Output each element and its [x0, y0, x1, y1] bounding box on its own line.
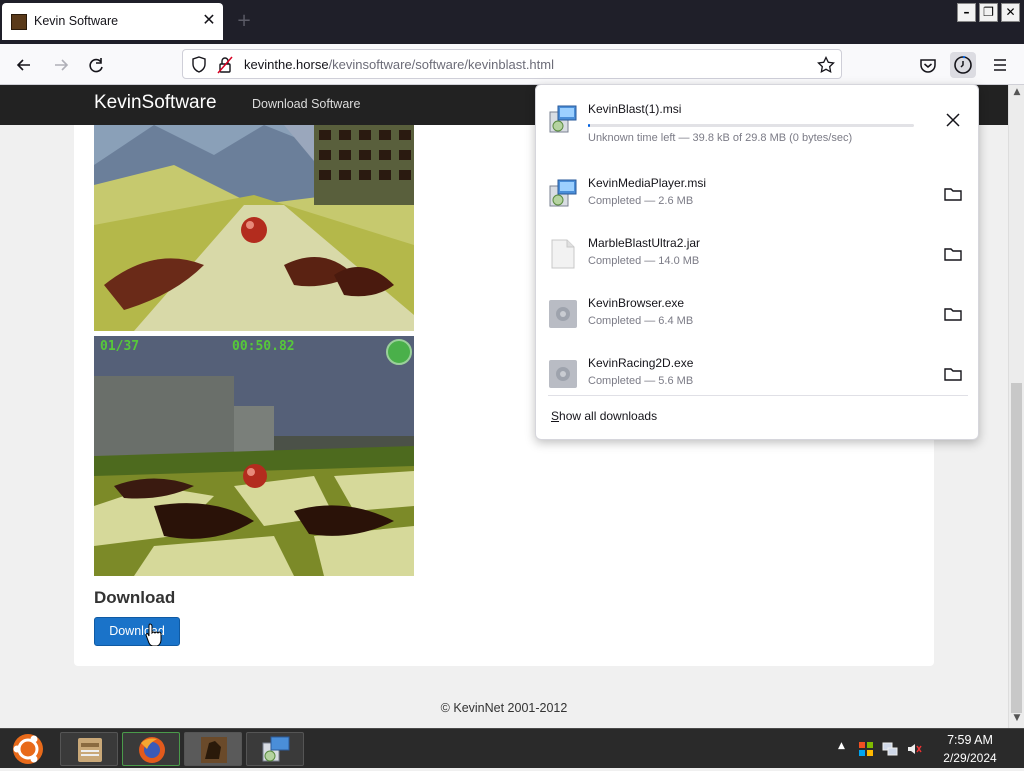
taskbar-file-manager-button[interactable]	[60, 732, 118, 766]
hud-gem-counter: 01/37	[100, 339, 139, 354]
browser-tab-strip: Kevin Software ✕ + – ❐ ✕	[0, 0, 1024, 44]
network-tray-icon[interactable]	[882, 741, 898, 757]
exe-icon	[548, 358, 578, 390]
download-progress-fill	[588, 124, 590, 127]
download-progress-bar	[588, 124, 914, 127]
scroll-up-icon[interactable]: ▲	[1011, 87, 1023, 97]
pointer-cursor-icon	[145, 622, 163, 647]
cancel-download-icon[interactable]	[940, 107, 966, 133]
downloads-progress-icon[interactable]	[950, 52, 976, 78]
download-button[interactable]: Download	[94, 617, 180, 646]
clock-date[interactable]: 2/29/2024	[930, 751, 1010, 765]
browser-tab[interactable]: Kevin Software ✕	[2, 3, 223, 40]
horse-favicon-icon	[11, 14, 27, 30]
pocket-icon[interactable]	[915, 52, 941, 78]
site-brand[interactable]: KevinSoftware	[94, 92, 217, 114]
windows-flag-tray-icon[interactable]	[858, 741, 874, 757]
browser-toolbar: kevinthe.horse/kevinsoftware/software/ke…	[0, 44, 1024, 85]
url-bar[interactable]: kevinthe.horse/kevinsoftware/software/ke…	[182, 49, 842, 79]
game-screenshot-1	[94, 125, 414, 331]
close-window-button[interactable]: ✕	[1001, 3, 1020, 22]
exe-icon	[548, 298, 578, 330]
url-host: kevinthe.horse	[244, 57, 329, 72]
hamburger-menu-icon[interactable]	[987, 52, 1013, 78]
download-filename: KevinBlast(1).msi	[588, 102, 682, 116]
volume-muted-tray-icon[interactable]	[906, 741, 922, 757]
nav-link-download-software[interactable]: Download Software	[252, 97, 360, 111]
download-filename: KevinBrowser.exe	[588, 296, 685, 310]
reload-icon[interactable]	[83, 52, 109, 78]
bookmark-star-icon[interactable]	[817, 55, 835, 78]
download-item[interactable]: KevinBlast(1).msi Unknown time left — 39…	[536, 91, 980, 151]
download-filename: KevinRacing2D.exe	[588, 356, 694, 370]
download-heading: Download	[94, 588, 176, 607]
minimize-window-button[interactable]: –	[957, 3, 976, 22]
download-status: Completed — 14.0 MB	[588, 255, 700, 267]
download-item[interactable]: KevinRacing2D.exe Completed — 5.6 MB	[536, 345, 980, 405]
url-path: /kevinsoftware/software/kevinblast.html	[328, 57, 554, 72]
hud-timer: 00:50.82	[232, 339, 295, 354]
download-filename: MarbleBlastUltra2.jar	[588, 236, 701, 250]
start-menu-icon[interactable]	[8, 731, 48, 767]
page-footer: © KevinNet 2001-2012	[440, 701, 568, 715]
generic-file-icon	[548, 238, 578, 270]
taskbar-firefox-button[interactable]	[122, 732, 180, 766]
tracking-shield-icon[interactable]	[191, 56, 207, 78]
restore-window-button[interactable]: ❐	[979, 3, 998, 22]
msi-installer-icon	[548, 104, 578, 136]
insecure-lock-icon[interactable]	[217, 56, 233, 78]
game-screenshot-2: 01/37 00:50.82	[94, 336, 414, 576]
url-text: kevinthe.horse/kevinsoftware/software/ke…	[244, 57, 554, 72]
tab-title: Kevin Software	[34, 14, 119, 28]
open-folder-icon[interactable]	[940, 361, 966, 387]
download-item[interactable]: KevinMediaPlayer.msi Completed — 2.6 MB	[536, 165, 980, 225]
download-status: Unknown time left — 39.8 kB of 29.8 MB (…	[588, 132, 853, 144]
tab-close-icon[interactable]: ✕	[199, 10, 219, 30]
clock-time[interactable]: 7:59 AM	[930, 733, 1010, 747]
download-status: Completed — 2.6 MB	[588, 195, 694, 207]
tray-expand-icon[interactable]: ▲	[838, 741, 845, 751]
new-tab-icon[interactable]: +	[234, 10, 254, 32]
downloads-panel: KevinBlast(1).msi Unknown time left — 39…	[535, 84, 979, 440]
open-folder-icon[interactable]	[940, 301, 966, 327]
download-filename: KevinMediaPlayer.msi	[588, 176, 707, 190]
taskbar: ▲ 7:59 AM 2/29/2024	[0, 728, 1024, 768]
download-item[interactable]: KevinBrowser.exe Completed — 6.4 MB	[536, 285, 980, 345]
open-folder-icon[interactable]	[940, 241, 966, 267]
open-folder-icon[interactable]	[940, 181, 966, 207]
taskbar-installer-button[interactable]	[246, 732, 304, 766]
downloads-divider	[548, 395, 968, 396]
back-arrow-icon[interactable]	[11, 52, 37, 78]
download-status: Completed — 6.4 MB	[588, 315, 694, 327]
taskbar-kevin-browser-button[interactable]	[184, 732, 242, 766]
download-status: Completed — 5.6 MB	[588, 375, 694, 387]
scrollbar-thumb[interactable]	[1011, 383, 1022, 713]
show-all-downloads-link[interactable]: Show all downloads	[551, 409, 657, 423]
scroll-down-icon[interactable]: ▼	[1011, 713, 1023, 723]
page-scrollbar[interactable]: ▲ ▼	[1008, 85, 1024, 728]
download-item[interactable]: MarbleBlastUltra2.jar Completed — 14.0 M…	[536, 225, 980, 285]
forward-arrow-icon[interactable]	[48, 52, 74, 78]
msi-installer-icon	[548, 178, 578, 210]
